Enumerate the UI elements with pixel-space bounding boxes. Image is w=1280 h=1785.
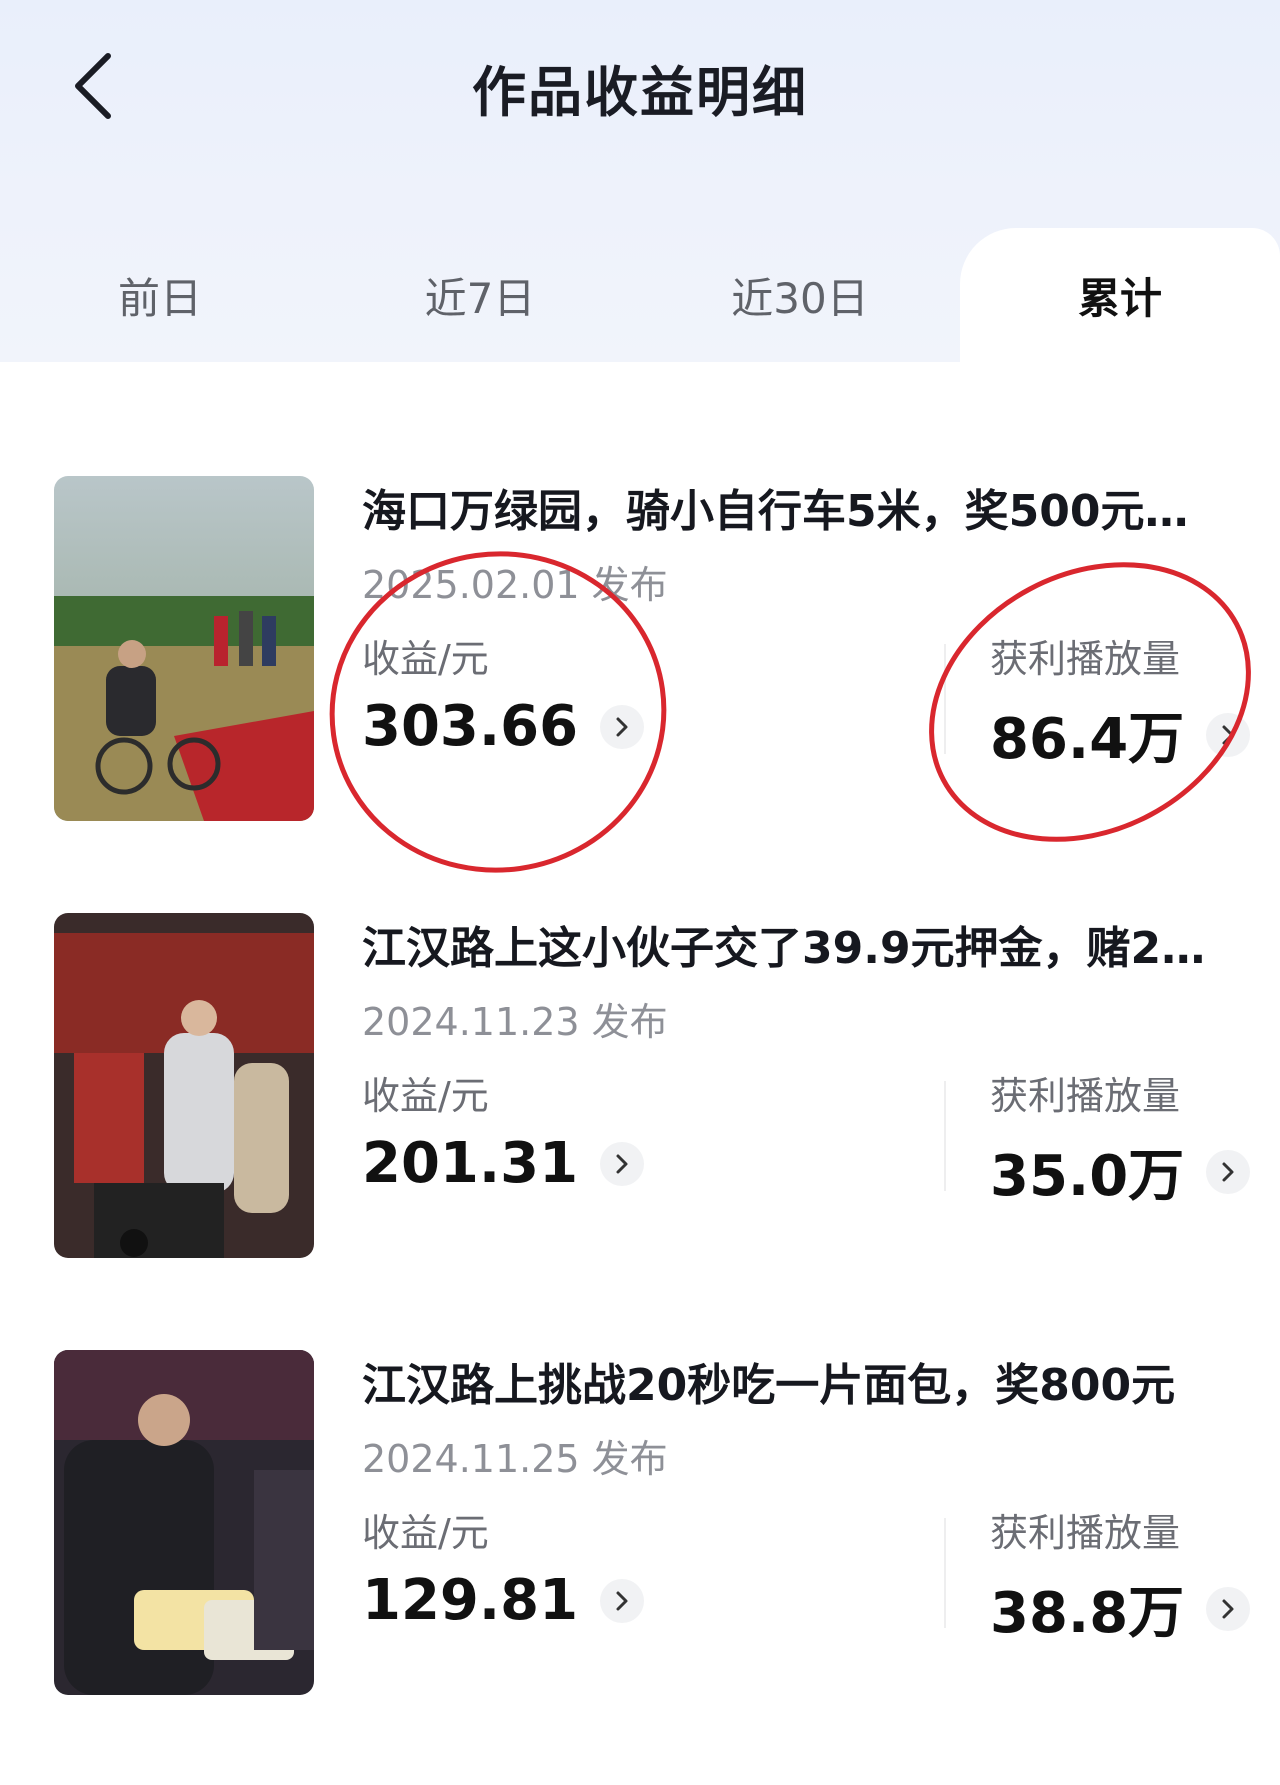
divider	[944, 1081, 946, 1191]
plays-label: 获利播放量	[990, 1074, 1181, 1118]
tab-yesterday[interactable]: 前日	[0, 228, 320, 362]
work-title: 江汉路上挑战20秒吃一片面包，奖800元	[362, 1360, 1176, 1411]
plays-value[interactable]: 86.4万	[990, 694, 1251, 775]
publish-date: 2024.11.25 发布	[362, 1437, 668, 1481]
plays-value[interactable]: 38.8万	[990, 1568, 1251, 1649]
income-amount: 201.31	[362, 1131, 579, 1196]
chevron-right-icon[interactable]	[600, 1141, 645, 1186]
divider	[944, 644, 946, 754]
income-amount: 129.81	[362, 1568, 579, 1633]
income-value[interactable]: 201.31	[362, 1131, 645, 1196]
income-label: 收益/元	[362, 1511, 489, 1555]
tab-cumulative[interactable]: 累计	[960, 228, 1280, 362]
chevron-right-icon[interactable]	[1206, 1586, 1251, 1631]
income-label: 收益/元	[362, 1074, 489, 1118]
list-item[interactable]: 江汉路上挑战20秒吃一片面包，奖800元 2024.11.25 发布 收益/元 …	[0, 1350, 1280, 1695]
plays-count: 86.4万	[990, 707, 1185, 772]
tab-last-30-days[interactable]: 近30日	[640, 228, 960, 362]
income-value[interactable]: 129.81	[362, 1568, 645, 1633]
list-item[interactable]: 海口万绿园，骑小自行车5米，奖500元，骑3米奖300元，没人成功。 2025.…	[0, 476, 1280, 821]
page-title: 作品收益明细	[472, 61, 808, 124]
tab-last-7-days[interactable]: 近7日	[320, 228, 640, 362]
video-thumbnail[interactable]	[54, 1350, 314, 1695]
work-title: 江汉路上这小伙子交了39.9元押金，赌20秒吃块面包可获800元	[362, 923, 1232, 974]
plays-count: 38.8万	[990, 1581, 1185, 1646]
period-tabs: 前日 近7日 近30日 累计	[0, 228, 1280, 362]
publish-date: 2025.02.01 发布	[362, 563, 668, 607]
works-list: 海口万绿园，骑小自行车5米，奖500元，骑3米奖300元，没人成功。 2025.…	[0, 362, 1280, 1785]
income-label: 收益/元	[362, 637, 489, 681]
divider	[944, 1518, 946, 1628]
work-title: 海口万绿园，骑小自行车5米，奖500元，骑3米奖300元，没人成功。	[362, 486, 1232, 537]
income-value[interactable]: 303.66	[362, 694, 645, 759]
plays-count: 35.0万	[990, 1144, 1185, 1209]
list-item[interactable]: 江汉路上这小伙子交了39.9元押金，赌20秒吃块面包可获800元 2024.11…	[0, 913, 1280, 1258]
chevron-right-icon[interactable]	[600, 1578, 645, 1623]
video-thumbnail[interactable]	[54, 476, 314, 821]
video-thumbnail[interactable]	[54, 913, 314, 1258]
chevron-right-icon[interactable]	[1206, 712, 1251, 757]
chevron-right-icon[interactable]	[1206, 1149, 1251, 1194]
income-amount: 303.66	[362, 694, 579, 759]
chevron-right-icon[interactable]	[600, 704, 645, 749]
plays-label: 获利播放量	[990, 1511, 1181, 1555]
plays-value[interactable]: 35.0万	[990, 1131, 1251, 1212]
header: 作品收益明细 前日 近7日 近30日 累计	[0, 0, 1280, 362]
publish-date: 2024.11.23 发布	[362, 1000, 668, 1044]
plays-label: 获利播放量	[990, 637, 1181, 681]
